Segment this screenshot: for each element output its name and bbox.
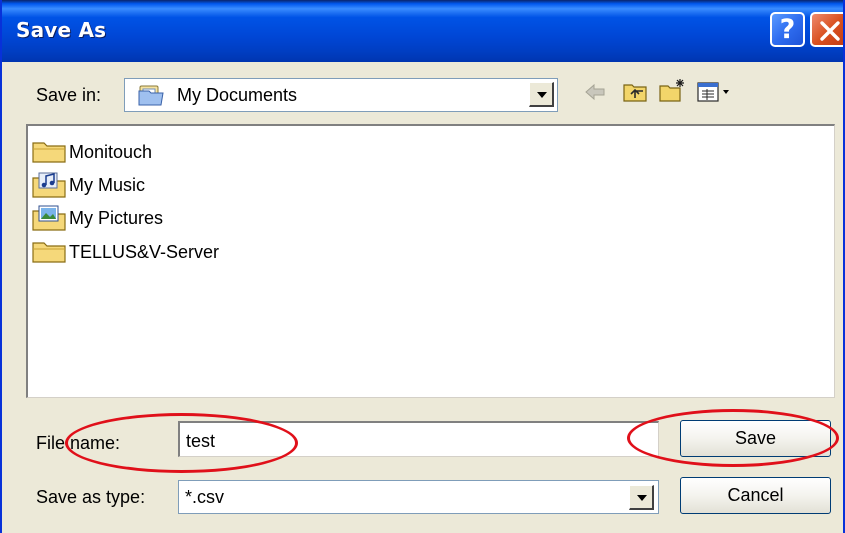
- save-button[interactable]: Save: [680, 420, 831, 457]
- title-bar[interactable]: Save As ?: [2, 0, 843, 62]
- save-in-label: Save in:: [36, 85, 102, 105]
- up-folder-icon[interactable]: [622, 80, 650, 104]
- list-item-label: My Music: [69, 175, 145, 195]
- save-as-type-dropdown[interactable]: *.csv: [178, 480, 659, 514]
- list-item-label: TELLUS&V-Server: [69, 242, 220, 262]
- cancel-button[interactable]: Cancel: [680, 477, 831, 514]
- new-folder-icon[interactable]: [658, 77, 688, 103]
- list-item-label: Monitouch: [69, 142, 153, 162]
- file-list[interactable]: Monitouch My Music My Pictures TELLUS&V-…: [26, 124, 835, 398]
- save-as-type-label: Save as type:: [36, 487, 146, 507]
- cancel-button-label: Cancel: [727, 485, 784, 505]
- close-button[interactable]: [810, 12, 843, 47]
- file-name-input[interactable]: test: [178, 421, 659, 457]
- music-folder-icon: [32, 172, 66, 198]
- save-as-type-dropdown-button[interactable]: [629, 485, 654, 510]
- back-arrow-icon[interactable]: [582, 80, 608, 104]
- save-as-type-value: *.csv: [185, 487, 225, 507]
- list-item-label: My Pictures: [69, 208, 164, 228]
- folder-icon: [32, 142, 66, 163]
- folder-icon: [32, 242, 66, 263]
- file-name-value: test: [186, 431, 216, 451]
- file-name-label: File name:: [36, 433, 121, 453]
- my-documents-icon: [138, 85, 164, 106]
- dialog-title: Save As: [16, 18, 107, 42]
- save-button-label: Save: [734, 428, 777, 448]
- help-button[interactable]: ?: [770, 12, 805, 47]
- pictures-folder-icon: [32, 205, 66, 231]
- save-in-dropdown[interactable]: My Documents: [124, 78, 558, 112]
- view-menu-icon[interactable]: [696, 80, 736, 104]
- save-in-dropdown-button[interactable]: [529, 82, 554, 107]
- help-icon: ?: [779, 14, 796, 45]
- close-icon: [820, 21, 840, 41]
- save-in-value: My Documents: [177, 85, 298, 105]
- save-as-dialog: Save As ? Save in: My Documents Monitouc…: [0, 0, 845, 533]
